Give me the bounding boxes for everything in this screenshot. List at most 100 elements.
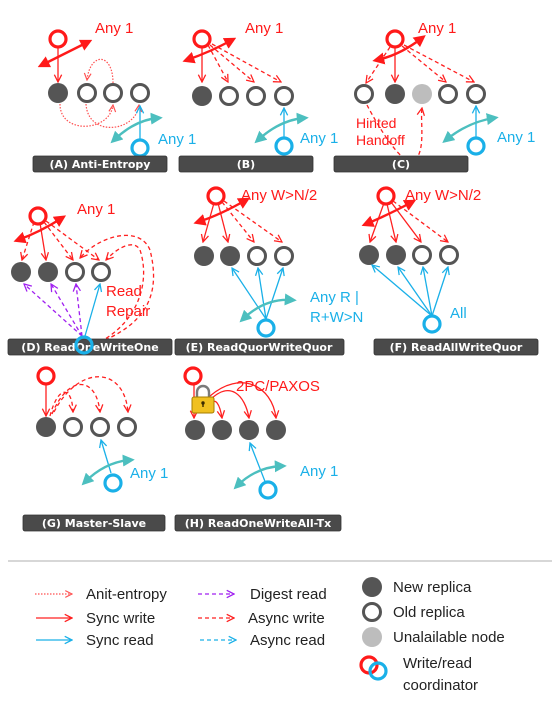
replica-old (274, 246, 294, 266)
replica-old (90, 417, 110, 437)
replica-old (247, 246, 267, 266)
legend-label: Old replica (393, 604, 465, 621)
panel-c-title: (C) (392, 158, 410, 171)
read-coordinator (466, 136, 486, 156)
legend-item-new-replica: New replica (362, 577, 472, 597)
legend-label: Async read (250, 632, 325, 649)
replica-new (239, 420, 259, 440)
replica-new (48, 83, 68, 103)
sync-read-arrow (250, 443, 267, 485)
panel-e-title: (E) ReadQuorWriteQuor (186, 341, 333, 354)
replica-old (354, 84, 374, 104)
legend-item-sync-write: Sync write (36, 610, 155, 627)
legend-label: New replica (393, 579, 472, 596)
write-quorum-label: Any W>N/2 (405, 187, 481, 204)
replica-old (466, 84, 486, 104)
async-write-arrow (49, 391, 73, 417)
replica-old (117, 417, 137, 437)
legend-label-line1: Write/read (403, 655, 472, 672)
read-quorum-label: All (450, 305, 467, 322)
new-replica-icon (362, 577, 382, 597)
write-quorum-label: Any 1 (245, 20, 283, 37)
replica-new (359, 245, 379, 265)
any-read-arc (110, 112, 163, 144)
any-read-arc (254, 112, 309, 144)
read-coordinator (274, 136, 294, 156)
replica-new (192, 86, 212, 106)
panel-h: 2PC/PAXOS Any 1 (H) ReadOneWriteAll-Tx (174, 366, 342, 532)
write-coordinator (192, 29, 212, 49)
unavailable-node-icon (362, 627, 382, 647)
replica-old (439, 245, 459, 265)
panel-f-title: (F) ReadAllWriteQuor (390, 341, 523, 354)
read-quorum-label-line2: R+W>N (310, 309, 363, 326)
async-write-arrow (45, 220, 99, 260)
legend-item-anti-entropy: Anit-entropy (35, 586, 167, 603)
async-write-arrow (53, 376, 128, 412)
write-coordinator (376, 186, 396, 206)
read-quorum-label: Any 1 (130, 465, 168, 482)
sync-read-arrow (258, 268, 267, 320)
replica-old (91, 262, 111, 282)
legend-label: Sync read (86, 632, 154, 649)
hinted-handoff-label-line1: Hinted (356, 115, 396, 131)
replica-old (274, 86, 294, 106)
panel-c: Any 1 Hinted Handoff Any 1 (C) (333, 20, 535, 173)
async-write-arrow (403, 44, 474, 82)
hinted-handoff-label-line2: Handoff (356, 132, 405, 148)
sync-read-arrow (265, 268, 283, 320)
panel-g: Any 1 (G) Master-Slave (22, 366, 168, 532)
panel-a: Any 1 Any 1 (A) Anti-Entropy (32, 20, 196, 173)
legend-label: Async write (248, 610, 325, 627)
read-quorum-label-line1: Any R | (310, 289, 359, 306)
legend-item-digest-read: Digest read (198, 586, 327, 603)
replica-old (63, 417, 83, 437)
replica-new (11, 262, 31, 282)
read-quorum-label: Any 1 (158, 131, 196, 148)
write-protocol-label: 2PC/PAXOS (236, 378, 320, 395)
replica-old (103, 83, 123, 103)
write-coordinator (36, 366, 56, 386)
async-write-arrow (209, 44, 254, 82)
replica-new (385, 84, 405, 104)
write-coordinator (385, 29, 405, 49)
replica-old (219, 86, 239, 106)
read-repair-label-line2: Repair (106, 303, 150, 320)
panel-g-title: (G) Master-Slave (42, 517, 146, 530)
write-quorum-label: Any 1 (418, 20, 456, 37)
replica-old (412, 245, 432, 265)
panel-d: Any 1 Read Repair (D) ReadOneWriteOne (7, 201, 173, 356)
replication-diagram: Any 1 Any 1 (A) Anti-Entropy Any 1 Any 1… (7, 20, 552, 694)
read-coordinator (258, 480, 278, 500)
sync-write-arrow (203, 202, 215, 242)
anti-entropy-arrow (87, 58, 114, 84)
panel-a-title: (A) Anti-Entropy (50, 158, 151, 171)
write-coordinator (183, 366, 203, 386)
read-coordinator (422, 314, 442, 334)
replica-new (36, 417, 56, 437)
write-quorum-label: Any 1 (95, 20, 133, 37)
async-write-arrow (22, 221, 35, 260)
lock-icon (191, 384, 215, 414)
read-quorum-label: Any 1 (497, 129, 535, 146)
write-quorum-label: Any W>N/2 (241, 187, 317, 204)
replica-new (38, 262, 58, 282)
sync-read-arrow (431, 267, 448, 317)
replica-old (77, 83, 97, 103)
panel-h-title: (H) ReadOneWriteAll-Tx (185, 517, 331, 530)
legend-item-sync-read: Sync read (36, 632, 154, 649)
sync-read-arrow (84, 284, 100, 337)
panel-e: Any W>N/2 Any R | R+W>N (E) ReadQuorWrit… (174, 186, 363, 356)
legend-item-async-read: Async read (200, 632, 325, 649)
legend-label: Digest read (250, 586, 327, 603)
panel-b-title: (B) (237, 158, 255, 171)
read-quorum-label: Any 1 (300, 463, 338, 480)
replica-new (266, 420, 286, 440)
digest-read-arrow (24, 284, 83, 337)
legend-label: Sync write (86, 610, 155, 627)
async-write-arrow (51, 384, 100, 415)
panel-f: Any W>N/2 All (F) ReadAllWriteQuor (359, 186, 539, 356)
read-quorum-label: Any 1 (300, 130, 338, 147)
replica-new (386, 245, 406, 265)
legend-item-unavailable-node: Unalailable node (362, 627, 505, 647)
